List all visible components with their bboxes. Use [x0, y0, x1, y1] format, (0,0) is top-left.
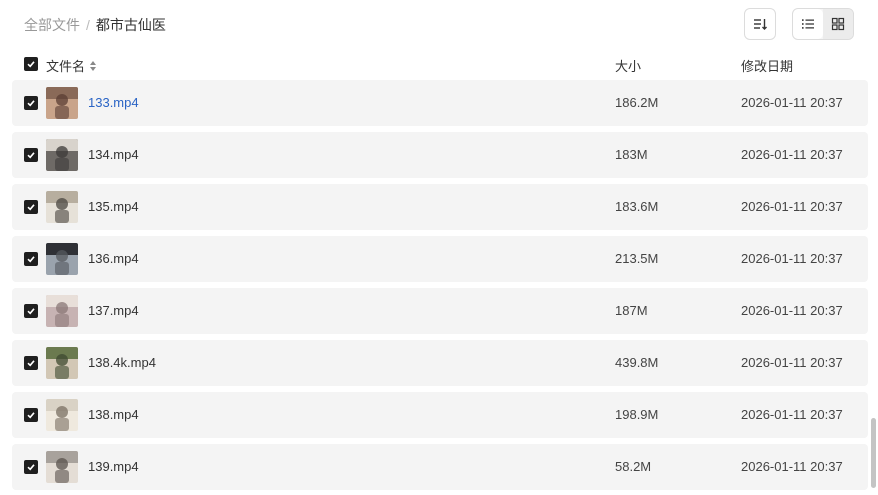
file-name[interactable]: 137.mp4 — [88, 303, 139, 318]
check-icon — [27, 152, 35, 159]
scrollbar[interactable] — [871, 418, 876, 488]
video-thumbnail — [46, 399, 78, 431]
check-icon — [27, 308, 35, 315]
row-checkbox[interactable] — [24, 408, 38, 422]
file-size: 183M — [615, 147, 648, 162]
check-icon — [27, 204, 35, 211]
check-icon — [27, 360, 35, 367]
check-icon — [27, 100, 35, 107]
breadcrumb-current: 都市古仙医 — [95, 17, 166, 33]
sort-icon — [754, 19, 767, 30]
file-name[interactable]: 133.mp4 — [88, 95, 139, 110]
file-name[interactable]: 138.4k.mp4 — [88, 355, 156, 370]
sort-toggle-icon — [90, 60, 97, 71]
file-modified-date: 2026-01-11 20:37 — [741, 95, 843, 110]
file-name[interactable]: 138.mp4 — [88, 407, 139, 422]
view-toggle — [792, 8, 854, 40]
file-size: 213.5M — [615, 251, 659, 266]
table-row[interactable]: 139.mp4 58.2M 2026-01-11 20:37 — [12, 444, 868, 490]
file-modified-date: 2026-01-11 20:37 — [741, 459, 843, 474]
grid-view-icon — [831, 17, 845, 31]
file-size: 187M — [615, 303, 648, 318]
list-view-button[interactable] — [793, 9, 823, 39]
file-name[interactable]: 134.mp4 — [88, 147, 139, 162]
breadcrumb-root[interactable]: 全部文件 — [24, 15, 80, 35]
column-header-size[interactable]: 大小 — [615, 56, 641, 75]
file-modified-date: 2026-01-11 20:37 — [741, 147, 843, 162]
select-all-checkbox[interactable] — [24, 57, 38, 71]
file-size: 58.2M — [615, 459, 652, 474]
table-row[interactable]: 135.mp4 183.6M 2026-01-11 20:37 — [12, 184, 868, 230]
grid-view-button[interactable] — [823, 9, 853, 39]
row-checkbox[interactable] — [24, 96, 38, 110]
table-row[interactable]: 138.4k.mp4 439.8M 2026-01-11 20:37 — [12, 340, 868, 386]
check-icon — [27, 464, 35, 471]
table-header: 文件名 大小 修改日期 — [0, 50, 878, 78]
row-checkbox[interactable] — [24, 460, 38, 474]
file-name[interactable]: 139.mp4 — [88, 459, 139, 474]
column-header-name[interactable]: 文件名 — [46, 56, 97, 75]
file-modified-date: 2026-01-11 20:37 — [741, 355, 843, 370]
file-modified-date: 2026-01-11 20:37 — [741, 407, 843, 422]
breadcrumb: 全部文件 / 都市古仙医 — [24, 15, 166, 35]
video-thumbnail — [46, 87, 78, 119]
column-header-name-label: 文件名 — [46, 59, 86, 74]
check-icon — [27, 61, 35, 68]
file-size: 186.2M — [615, 95, 659, 110]
row-checkbox[interactable] — [24, 356, 38, 370]
sort-button[interactable] — [744, 8, 776, 40]
file-modified-date: 2026-01-11 20:37 — [741, 303, 843, 318]
table-row[interactable]: 138.mp4 198.9M 2026-01-11 20:37 — [12, 392, 868, 438]
table-row[interactable]: 136.mp4 213.5M 2026-01-11 20:37 — [12, 236, 868, 282]
top-bar: 全部文件 / 都市古仙医 — [0, 0, 878, 48]
video-thumbnail — [46, 451, 78, 483]
file-size: 198.9M — [615, 407, 659, 422]
check-icon — [27, 256, 35, 263]
video-thumbnail — [46, 295, 78, 327]
column-header-modified[interactable]: 修改日期 — [741, 56, 793, 75]
table-row[interactable]: 137.mp4 187M 2026-01-11 20:37 — [12, 288, 868, 334]
table-row[interactable]: 134.mp4 183M 2026-01-11 20:37 — [12, 132, 868, 178]
file-name[interactable]: 135.mp4 — [88, 199, 139, 214]
video-thumbnail — [46, 347, 78, 379]
file-size: 183.6M — [615, 199, 659, 214]
video-thumbnail — [46, 191, 78, 223]
file-modified-date: 2026-01-11 20:37 — [741, 199, 843, 214]
list-view-icon — [802, 19, 814, 29]
breadcrumb-separator: / — [86, 17, 90, 33]
row-checkbox[interactable] — [24, 252, 38, 266]
file-name[interactable]: 136.mp4 — [88, 251, 139, 266]
video-thumbnail — [46, 139, 78, 171]
file-size: 439.8M — [615, 355, 659, 370]
row-checkbox[interactable] — [24, 200, 38, 214]
video-thumbnail — [46, 243, 78, 275]
file-modified-date: 2026-01-11 20:37 — [741, 251, 843, 266]
row-checkbox[interactable] — [24, 304, 38, 318]
table-row[interactable]: 133.mp4 186.2M 2026-01-11 20:37 — [12, 80, 868, 126]
row-checkbox[interactable] — [24, 148, 38, 162]
check-icon — [27, 412, 35, 419]
